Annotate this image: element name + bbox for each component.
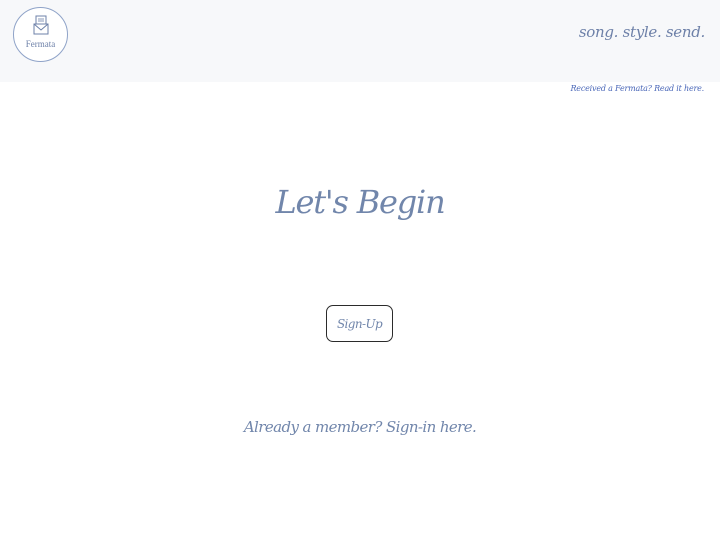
- logo-text: Fermata: [25, 39, 56, 49]
- envelope-icon: [33, 15, 49, 35]
- signup-button[interactable]: Sign-Up: [326, 305, 393, 342]
- tagline: song. style. send.: [578, 23, 705, 41]
- header: Fermata song. style. send.: [0, 0, 720, 82]
- received-fermata-link[interactable]: Received a Fermata? Read it here.: [570, 84, 704, 93]
- page-title: Let's Begin: [275, 183, 445, 221]
- signin-link[interactable]: Already a member? Sign-in here.: [0, 418, 720, 436]
- fermata-logo[interactable]: Fermata: [13, 7, 68, 62]
